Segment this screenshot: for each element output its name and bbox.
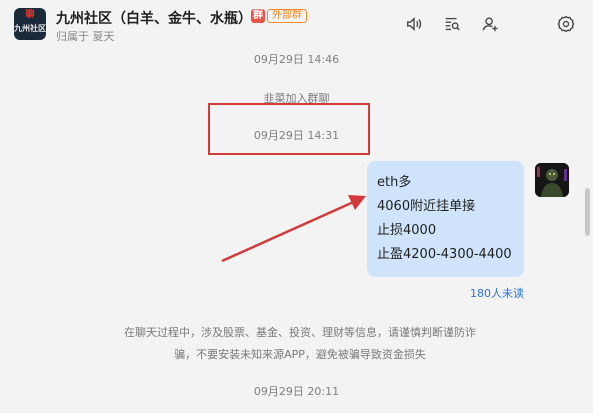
group-owner-subtitle: 归属于 夏天 bbox=[56, 30, 115, 43]
settings-icon[interactable] bbox=[556, 14, 576, 34]
chat-header: 聊 九州社区 九州社区（白羊、金牛、水瓶） 群 外部群 归属于 夏天 bbox=[0, 0, 593, 48]
annotation-highlight-box bbox=[208, 103, 370, 155]
avatar-text: 九州社区 bbox=[14, 24, 46, 33]
message-line: 止损4000 bbox=[377, 223, 437, 238]
unread-count-link[interactable]: 180人未读 bbox=[440, 285, 524, 301]
message-line: 4060附近挂单接 bbox=[377, 199, 476, 214]
message-line: 止盈4200-4300-4400 bbox=[377, 247, 512, 262]
external-group-badge: 外部群 bbox=[267, 9, 307, 23]
group-tag-icon: 群 bbox=[251, 9, 265, 23]
avatar[interactable] bbox=[535, 163, 569, 197]
search-list-icon[interactable] bbox=[442, 14, 462, 34]
group-avatar[interactable]: 聊 九州社区 bbox=[14, 8, 46, 40]
notice-line: 骗，不要安装未知来源APP，避免被骗导致资金损失 bbox=[174, 348, 426, 361]
notice-line: 在聊天过程中，涉及股票、基金、投资、理财等信息，请谨慎判断谨防诈 bbox=[124, 326, 476, 339]
fraud-warning-notice: 在聊天过程中，涉及股票、基金、投资、理财等信息，请谨慎判断谨防诈 骗，不要安装未… bbox=[80, 322, 520, 366]
speaker-icon[interactable] bbox=[404, 14, 424, 34]
message-bubble[interactable]: eth多 4060附近挂单接 止损4000 止盈4200-4300-4400 bbox=[367, 161, 524, 277]
chat-window: 聊 九州社区 九州社区（白羊、金牛、水瓶） 群 外部群 归属于 夏天 09月29… bbox=[0, 0, 593, 413]
time-divider: 09月29日 20:11 bbox=[253, 385, 340, 398]
time-divider: 09月29日 14:46 bbox=[253, 53, 340, 66]
avatar-top-text: 聊 bbox=[25, 10, 35, 20]
scrollbar-thumb[interactable] bbox=[585, 188, 590, 236]
message-line: eth多 bbox=[377, 175, 412, 190]
group-title: 九州社区（白羊、金牛、水瓶） bbox=[56, 11, 252, 27]
add-member-icon[interactable] bbox=[480, 14, 500, 34]
